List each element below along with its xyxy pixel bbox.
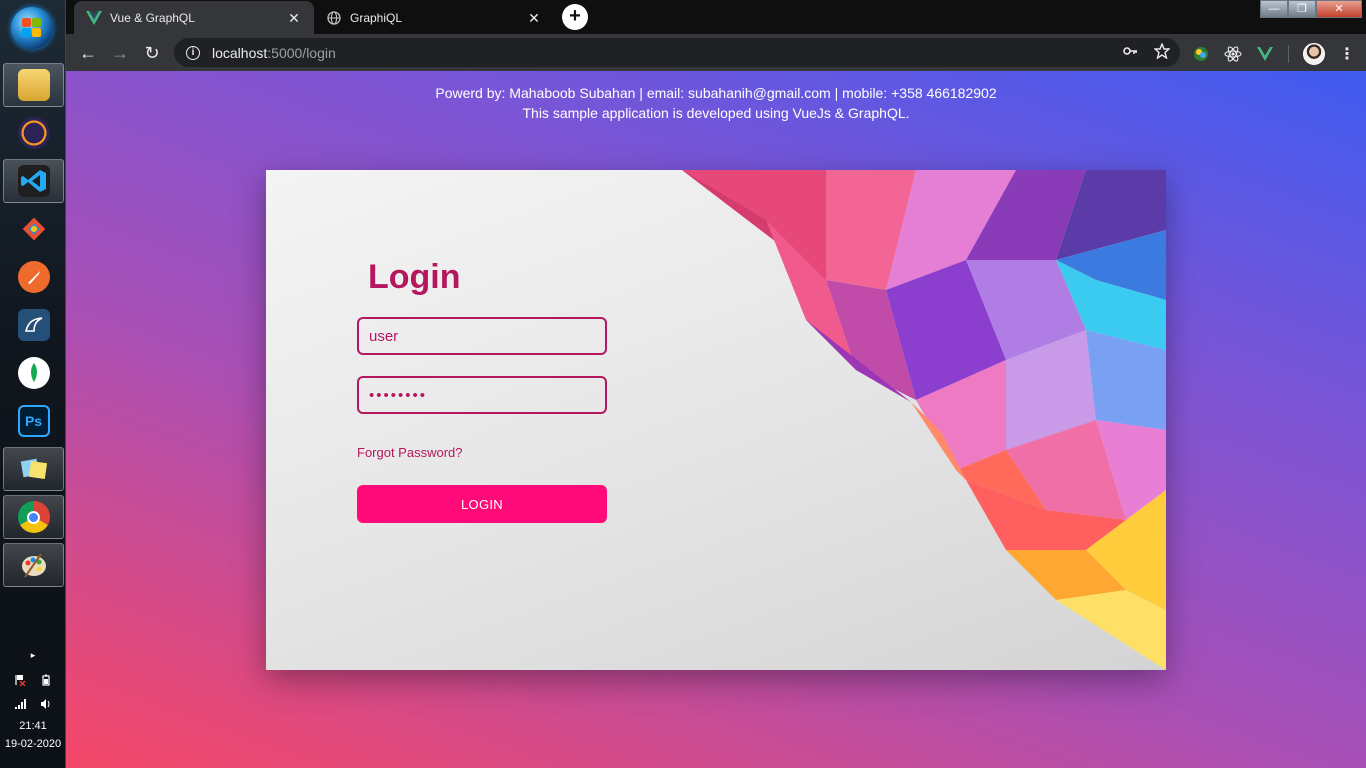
new-tab-button[interactable]: + [562,4,588,30]
taskbar-chrome[interactable] [3,495,64,539]
action-center-flag-icon[interactable] [14,674,26,686]
extension-color-icon[interactable] [1192,45,1210,63]
clock-date[interactable]: 19-02-2020 [0,738,66,750]
chrome-icon [17,501,50,533]
forward-button[interactable]: → [107,40,133,66]
taskbar-file-explorer[interactable] [3,63,64,107]
close-tab-icon[interactable]: ✕ [286,10,302,26]
tab-title: Vue & GraphQL [110,10,195,25]
taskbar-paint[interactable] [3,543,64,587]
page-viewport: Powerd by: Mahaboob Subahan | email: sub… [66,71,1366,768]
browser-toolbar: ← → ↻ i localhost:5000/login ⋮ [66,34,1366,71]
tab-vue-graphql[interactable]: Vue & GraphQL ✕ [74,1,314,34]
credits-line-2: This sample application is developed usi… [522,105,910,121]
tab-strip: Vue & GraphQL ✕ GraphiQL ✕ + — ❐ ✕ [66,0,1366,34]
url-path: :5000/login [267,44,336,61]
chrome-browser-window: Vue & GraphQL ✕ GraphiQL ✕ + — ❐ ✕ ← → ↻… [66,0,1366,768]
close-tab-icon[interactable]: ✕ [526,10,542,26]
url-host: localhost [212,44,268,61]
profile-avatar[interactable] [1303,43,1325,65]
paint-palette-icon [18,549,50,581]
maximize-button[interactable]: ❐ [1288,0,1316,18]
volume-icon[interactable] [40,698,52,710]
tab-title: GraphiQL [350,10,403,25]
back-button[interactable]: ← [75,40,101,66]
globe-icon [326,10,342,26]
react-devtools-icon[interactable] [1224,45,1242,63]
taskbar-postman[interactable] [3,255,64,299]
minimize-button[interactable]: — [1260,0,1288,18]
git-gui-icon [18,213,50,245]
credits-line-1: Powerd by: Mahaboob Subahan | email: sub… [435,85,997,101]
eclipse-icon [17,117,50,149]
login-title: Login [368,258,461,296]
clock-time[interactable]: 21:41 [0,720,66,732]
reload-button[interactable]: ↻ [139,40,165,66]
browser-menu-icon[interactable]: ⋮ [1339,44,1355,64]
network-signal-icon[interactable] [14,698,26,710]
taskbar-sticky-notes[interactable] [3,447,64,491]
close-window-button[interactable]: ✕ [1316,0,1362,18]
postman-icon [17,261,50,293]
battery-icon[interactable] [40,674,52,686]
key-icon[interactable] [1122,43,1138,62]
toolbar-divider [1288,45,1289,63]
windows-taskbar: Ps ▸ 21:41 19-02-2020 [0,0,66,768]
password-field[interactable] [357,376,607,414]
credits-header: Powerd by: Mahaboob Subahan | email: sub… [66,83,1366,123]
forgot-password-link[interactable]: Forgot Password? [357,445,463,460]
tab-graphiql[interactable]: GraphiQL ✕ [314,1,554,34]
photoshop-icon: Ps [17,405,50,437]
window-controls: — ❐ ✕ [1260,0,1362,18]
show-hidden-icons-button[interactable]: ▸ [0,650,66,661]
address-bar[interactable]: i localhost:5000/login [174,38,1180,67]
start-button[interactable] [11,7,53,49]
sticky-notes-icon [18,453,50,485]
taskbar-vscode[interactable] [3,159,64,203]
vue-devtools-icon[interactable] [1256,45,1274,63]
windows-logo-icon [22,18,42,38]
bookmark-star-icon[interactable] [1153,42,1171,62]
login-card: Login Forgot Password? LOGIN [266,170,1166,670]
vue-icon [86,10,102,26]
mongodb-icon [17,357,50,389]
taskbar-git[interactable] [3,207,64,251]
polygon-art-image [682,170,1166,670]
login-button[interactable]: LOGIN [357,485,607,523]
taskbar-mongodb-compass[interactable] [3,351,64,395]
folder-icon [17,69,50,101]
username-field[interactable] [357,317,607,355]
mysql-workbench-icon [17,309,50,341]
taskbar-mysql-workbench[interactable] [3,303,64,347]
vscode-icon [17,165,50,197]
taskbar-eclipse[interactable] [3,111,64,155]
taskbar-photoshop[interactable]: Ps [3,399,64,443]
site-info-icon[interactable]: i [186,45,200,60]
